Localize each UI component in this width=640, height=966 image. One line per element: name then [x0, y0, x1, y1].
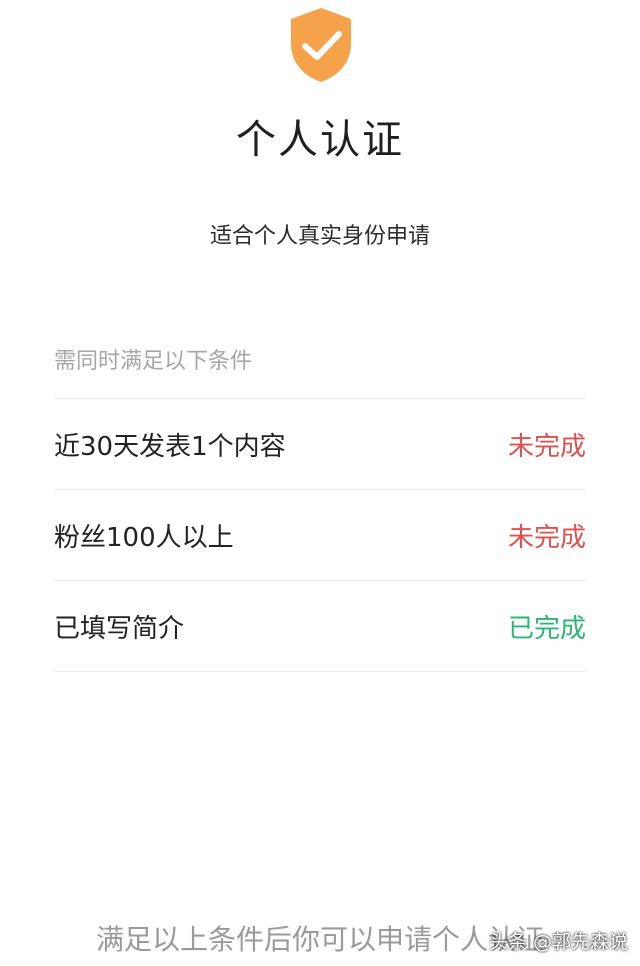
- requirements-header: 需同时满足以下条件: [54, 349, 253, 374]
- requirement-label: 近30天发表1个内容: [54, 431, 286, 462]
- requirement-status-incomplete: 未完成: [507, 431, 586, 462]
- requirement-status-incomplete: 未完成: [507, 522, 586, 553]
- page-subtitle: 适合个人真实身份申请: [209, 224, 430, 249]
- watermark: 头条 @郭先森说: [488, 931, 628, 953]
- requirement-row-bio: 已填写简介 已完成: [54, 581, 586, 672]
- shield-check-icon-svg: [291, 8, 351, 82]
- requirement-row-followers: 粉丝100人以上 未完成: [54, 490, 586, 581]
- requirements-list: 近30天发表1个内容 未完成 粉丝100人以上 未完成 已填写简介 已完成: [54, 398, 586, 672]
- requirement-status-complete: 已完成: [507, 613, 586, 644]
- shield-check-icon: [288, 6, 354, 84]
- page-title: 个人认证: [236, 117, 404, 163]
- requirement-row-posts: 近30天发表1个内容 未完成: [54, 399, 586, 490]
- requirement-label: 粉丝100人以上: [54, 522, 234, 553]
- requirement-label: 已填写简介: [54, 613, 185, 644]
